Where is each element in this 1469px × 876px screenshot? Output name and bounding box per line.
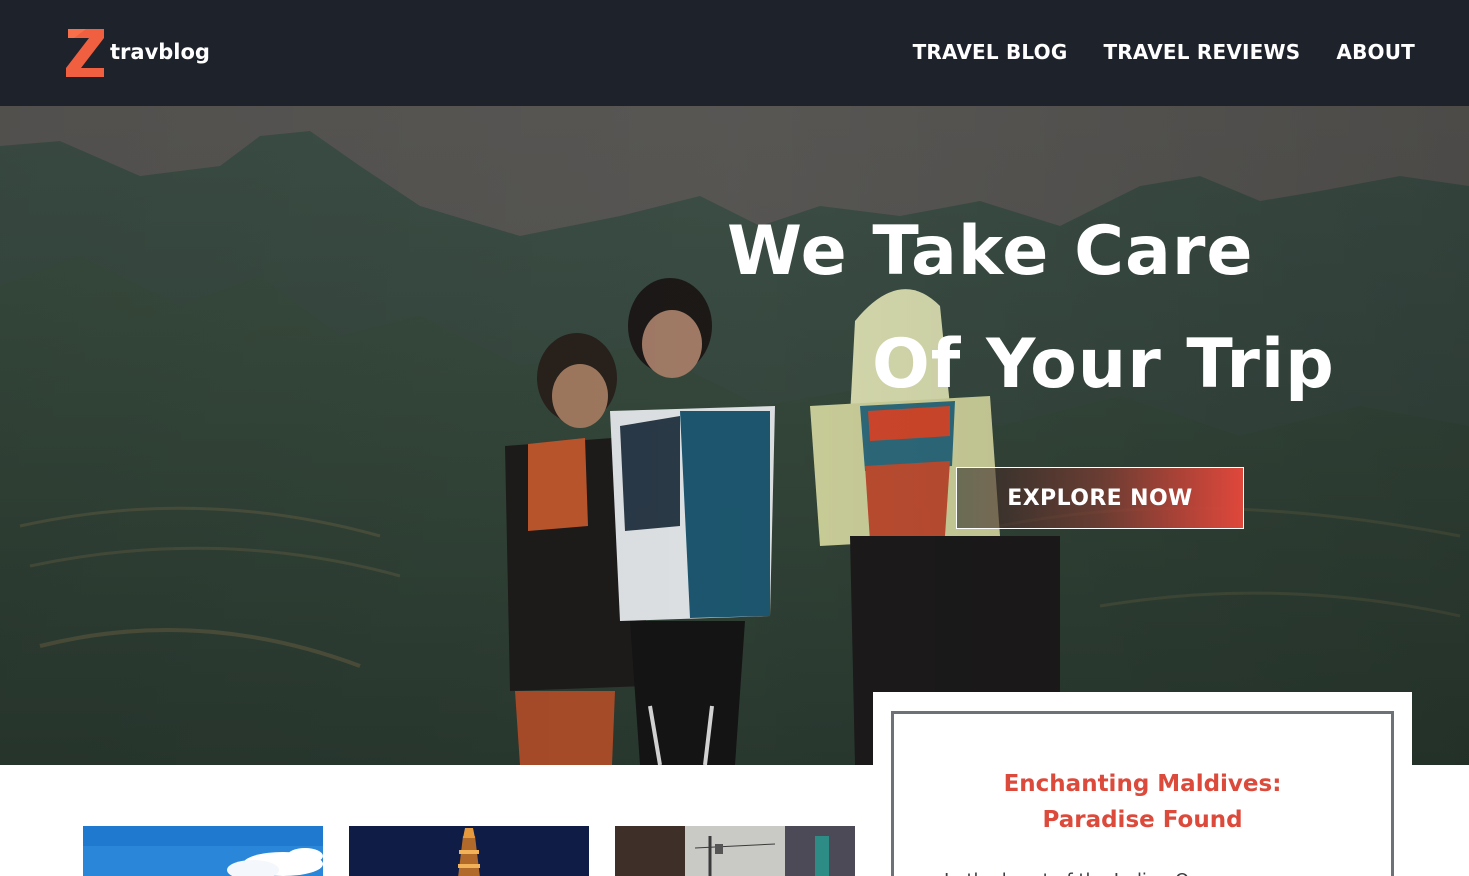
featured-post-excerpt: In the heart of the Indian Ocean... (944, 868, 1344, 876)
hero-section: We Take Care Of Your Trip EXPLORE NOW (0, 106, 1469, 765)
featured-post-frame: Enchanting Maldives: Paradise Found In t… (891, 711, 1394, 876)
z-logo-icon (66, 29, 106, 77)
featured-post-title-line2: Paradise Found (1042, 807, 1243, 833)
post-thumbnail-2[interactable] (349, 826, 589, 876)
night-tower-image (349, 826, 589, 876)
main-nav: TRAVEL BLOG TRAVEL REVIEWS ABOUT (913, 38, 1415, 66)
nav-travel-reviews[interactable]: TRAVEL REVIEWS (1103, 38, 1300, 66)
featured-post-title[interactable]: Enchanting Maldives: Paradise Found (894, 766, 1391, 838)
post-thumbnail-1[interactable] (83, 826, 323, 876)
featured-post-card[interactable]: Enchanting Maldives: Paradise Found In t… (873, 692, 1412, 876)
city-street-image (615, 826, 855, 876)
explore-now-button[interactable]: EXPLORE NOW (956, 467, 1244, 529)
hero-title-line2: Of Your Trip (872, 325, 1335, 404)
sky-clouds-image (83, 826, 323, 876)
nav-about[interactable]: ABOUT (1336, 38, 1415, 66)
nav-travel-blog[interactable]: TRAVEL BLOG (913, 38, 1068, 66)
site-header: travblog TRAVEL BLOG TRAVEL REVIEWS ABOU… (0, 0, 1469, 106)
featured-post-title-line1: Enchanting Maldives: (1003, 771, 1282, 797)
logo-text: travblog (110, 40, 210, 64)
post-thumbnail-3[interactable] (615, 826, 855, 876)
hero-title-line1: We Take Care (727, 212, 1254, 291)
logo[interactable]: travblog (66, 28, 210, 78)
page: travblog TRAVEL BLOG TRAVEL REVIEWS ABOU… (0, 0, 1469, 876)
